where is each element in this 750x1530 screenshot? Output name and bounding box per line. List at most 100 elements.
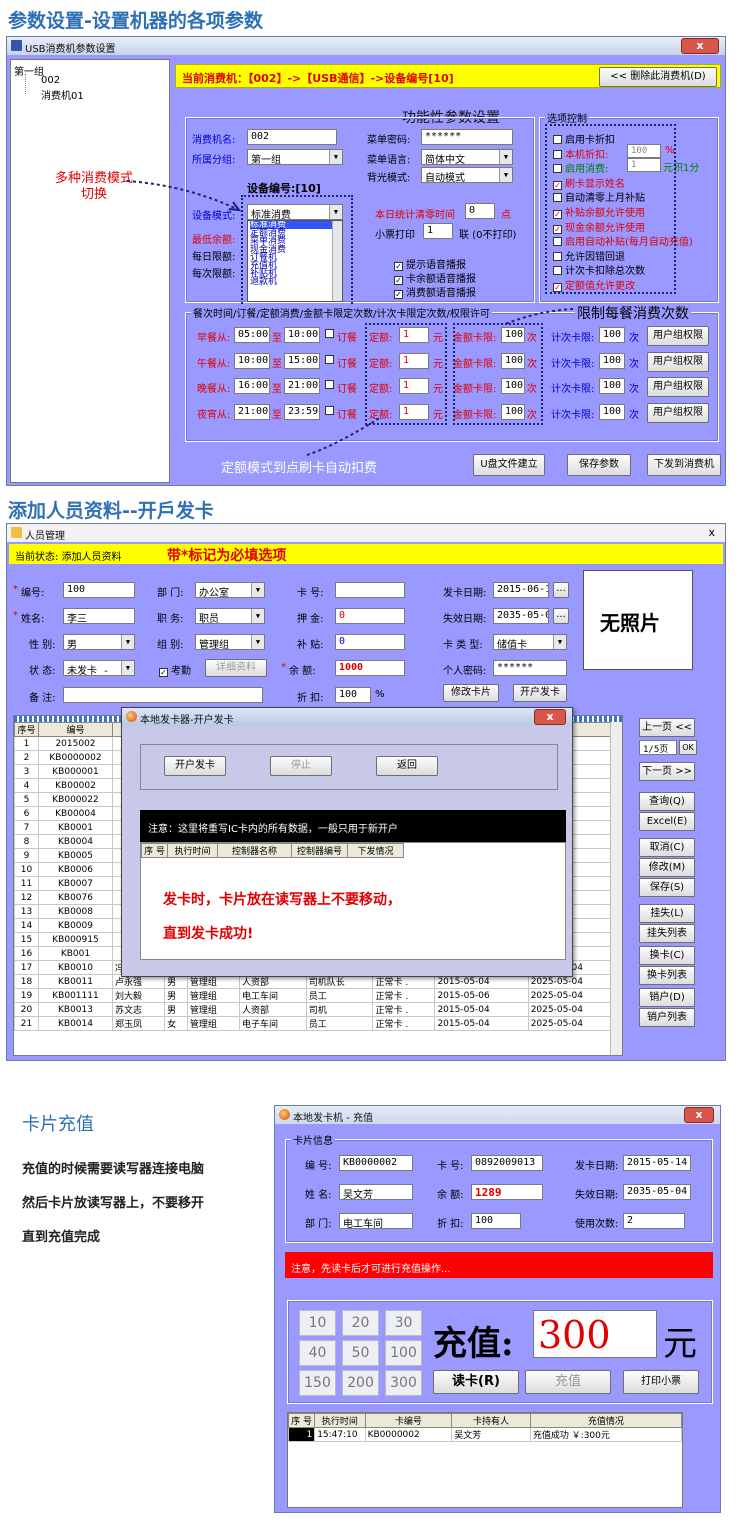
amount-preset-button[interactable]: 10 — [299, 1310, 336, 1336]
device-name-input[interactable]: 002 — [247, 129, 337, 145]
page-indicator[interactable]: 1/5页 — [639, 740, 677, 755]
expire-date-input[interactable]: 2035-05-04 — [493, 608, 549, 624]
no-input[interactable]: 100 — [63, 582, 135, 598]
amount-preset-button[interactable]: 300 — [385, 1370, 422, 1396]
card-no-input[interactable]: 0892009013 — [471, 1155, 543, 1171]
amount-preset-button[interactable]: 100 — [385, 1340, 422, 1366]
user-group-permission-button[interactable]: 用户组权限 — [647, 377, 709, 397]
order-checkbox[interactable] — [325, 354, 337, 366]
amount-preset-button[interactable]: 30 — [385, 1310, 422, 1336]
deposit-input[interactable]: 0 — [335, 608, 405, 624]
discount-input[interactable]: 100 — [471, 1213, 521, 1229]
issue-card-button[interactable]: 开户发卡 — [164, 756, 226, 776]
meal-to-input[interactable]: 10:00 — [284, 327, 320, 343]
order-checkbox[interactable] — [325, 329, 337, 340]
side-button-dl[interactable]: 销户列表 — [639, 1008, 695, 1027]
recharge-amount-input[interactable]: 300 — [533, 1310, 657, 1358]
tree-root[interactable]: 第一组 — [14, 63, 44, 78]
table-row[interactable]: 20 KB0013 苏文志男管理组 人资部 司机 正常卡 . 2015-05-04 2025-… — [14, 1002, 622, 1017]
side-button-h[interactable]: 换卡(C) — [639, 946, 695, 965]
meal-to-input[interactable]: 21:00 — [284, 378, 320, 394]
status-select[interactable]: 未发卡 - — [63, 660, 135, 676]
column-header[interactable]: 编号 — [38, 722, 113, 737]
attendance-checkbox[interactable]: ✓ 考勤 — [159, 662, 191, 677]
close-button[interactable]: x — [681, 38, 719, 54]
issue-date-input[interactable]: 2015-06-17 — [493, 582, 549, 598]
meal-from-input[interactable]: 16:00 — [234, 378, 270, 394]
side-button-d[interactable]: 销户(D) — [639, 988, 695, 1007]
discount-input[interactable]: 100 — [335, 687, 371, 703]
amount-preset-button[interactable]: 200 — [342, 1370, 379, 1396]
recharge-button[interactable]: 充值 — [525, 1370, 611, 1394]
close-button[interactable]: x — [708, 526, 715, 539]
meal-to-input[interactable]: 15:00 — [284, 352, 320, 369]
dialog-close-button[interactable]: x — [534, 709, 566, 725]
side-button-next[interactable]: 下一页 >> — [639, 762, 695, 781]
count-limit-input[interactable]: 100 — [599, 403, 625, 420]
name-input[interactable]: 李三 — [63, 608, 135, 624]
group-select[interactable]: 第一组 — [247, 149, 343, 165]
side-button-x[interactable]: Excel(E) — [639, 812, 695, 831]
clear-time-input[interactable]: 0 — [465, 203, 495, 219]
balance-input[interactable]: 1289 — [471, 1184, 543, 1200]
print-receipt-button[interactable]: 打印小票 — [623, 1370, 699, 1394]
send-to-device-button[interactable]: 下发到消费机 — [647, 454, 721, 476]
tree-node-device[interactable]: 消费机01 — [41, 87, 84, 102]
page-ok-button[interactable]: OK — [679, 740, 697, 755]
side-button-l[interactable]: 挂失(L) — [639, 904, 695, 923]
count-limit-input[interactable]: 100 — [599, 378, 625, 394]
department-input[interactable]: 电工车间 — [339, 1213, 413, 1229]
table-row[interactable]: 19 KB001111 刘大毅男管理组 电工车间 员工 正常卡 . 2015-05-06 20… — [14, 988, 622, 1003]
column-header[interactable]: 序号 — [14, 722, 39, 737]
group-select[interactable]: 管理组 — [195, 634, 265, 650]
meal-from-input[interactable]: 21:00 — [234, 403, 270, 420]
balance-input[interactable]: 1000 — [335, 660, 405, 676]
use-count-input[interactable]: 2 — [623, 1213, 685, 1229]
save-params-button[interactable]: 保存参数 — [567, 454, 631, 476]
close-button[interactable]: x — [684, 1107, 714, 1123]
delete-device-button[interactable]: << 删除此消费机(D) — [599, 67, 717, 87]
side-button-c[interactable]: 取消(C) — [639, 838, 695, 857]
count-limit-input[interactable]: 100 — [599, 327, 625, 343]
amount-preset-button[interactable]: 150 — [299, 1370, 336, 1396]
table-scrollbar[interactable] — [610, 722, 622, 1055]
no-input[interactable]: KB0000002 — [339, 1155, 413, 1171]
voice-balance-checkbox[interactable]: ✓ 卡余额语音播报 — [394, 270, 476, 285]
menu-password-input[interactable]: ****** — [421, 129, 513, 145]
user-group-permission-button[interactable]: 用户组权限 — [647, 326, 709, 346]
tree-node-002[interactable]: 002 — [41, 75, 60, 86]
modify-card-button[interactable]: 修改卡片 — [443, 684, 499, 702]
expire-date-input[interactable]: 2035-05-04 — [623, 1184, 691, 1200]
backlight-select[interactable]: 自动模式 — [421, 167, 513, 183]
issue-date-input[interactable]: 2015-05-14 — [623, 1155, 691, 1171]
side-button-hl[interactable]: 换卡列表 — [639, 966, 695, 985]
note-input[interactable] — [63, 687, 263, 703]
table-row[interactable]: 21 KB0014 郑玉凤女管理组 电子车间 员工 正常卡 . 2015-05-04 2025… — [14, 1016, 622, 1031]
sex-select[interactable]: 男 — [63, 634, 135, 650]
amount-preset-button[interactable]: 40 — [299, 1340, 336, 1366]
menu-language-select[interactable]: 简体中文 — [421, 149, 513, 165]
side-button-m[interactable]: 修改(M) — [639, 858, 695, 877]
amount-preset-button[interactable]: 50 — [342, 1340, 379, 1366]
meal-from-input[interactable]: 05:00 — [234, 327, 270, 343]
voice-amount-checkbox[interactable]: ✓ 消费额语音播报 — [394, 284, 476, 299]
read-card-button[interactable]: 读卡(R) — [433, 1370, 519, 1394]
side-button-s[interactable]: 保存(S) — [639, 878, 695, 897]
count-limit-input[interactable]: 100 — [599, 352, 625, 369]
order-checkbox[interactable] — [325, 380, 337, 391]
amount-preset-button[interactable]: 20 — [342, 1310, 379, 1336]
date-picker-button[interactable]: ... — [553, 608, 569, 624]
side-button-prev[interactable]: 上一页 << — [639, 718, 695, 737]
side-button-ll[interactable]: 挂失列表 — [639, 924, 695, 943]
password-input[interactable]: ****** — [493, 660, 567, 676]
department-select[interactable]: 办公室 — [195, 582, 265, 598]
user-group-permission-button[interactable]: 用户组权限 — [647, 402, 709, 423]
position-select[interactable]: 职员 — [195, 608, 265, 624]
side-button-q[interactable]: 查询(Q) — [639, 792, 695, 811]
meal-from-input[interactable]: 10:00 — [234, 352, 270, 369]
usb-file-button[interactable]: U盘文件建立 — [473, 454, 545, 476]
ticket-print-input[interactable]: 1 — [423, 223, 453, 239]
user-group-permission-button[interactable]: 用户组权限 — [647, 351, 709, 372]
open-account-button[interactable]: 开户发卡 — [513, 684, 567, 702]
subsidy-input[interactable]: 0 — [335, 634, 405, 650]
